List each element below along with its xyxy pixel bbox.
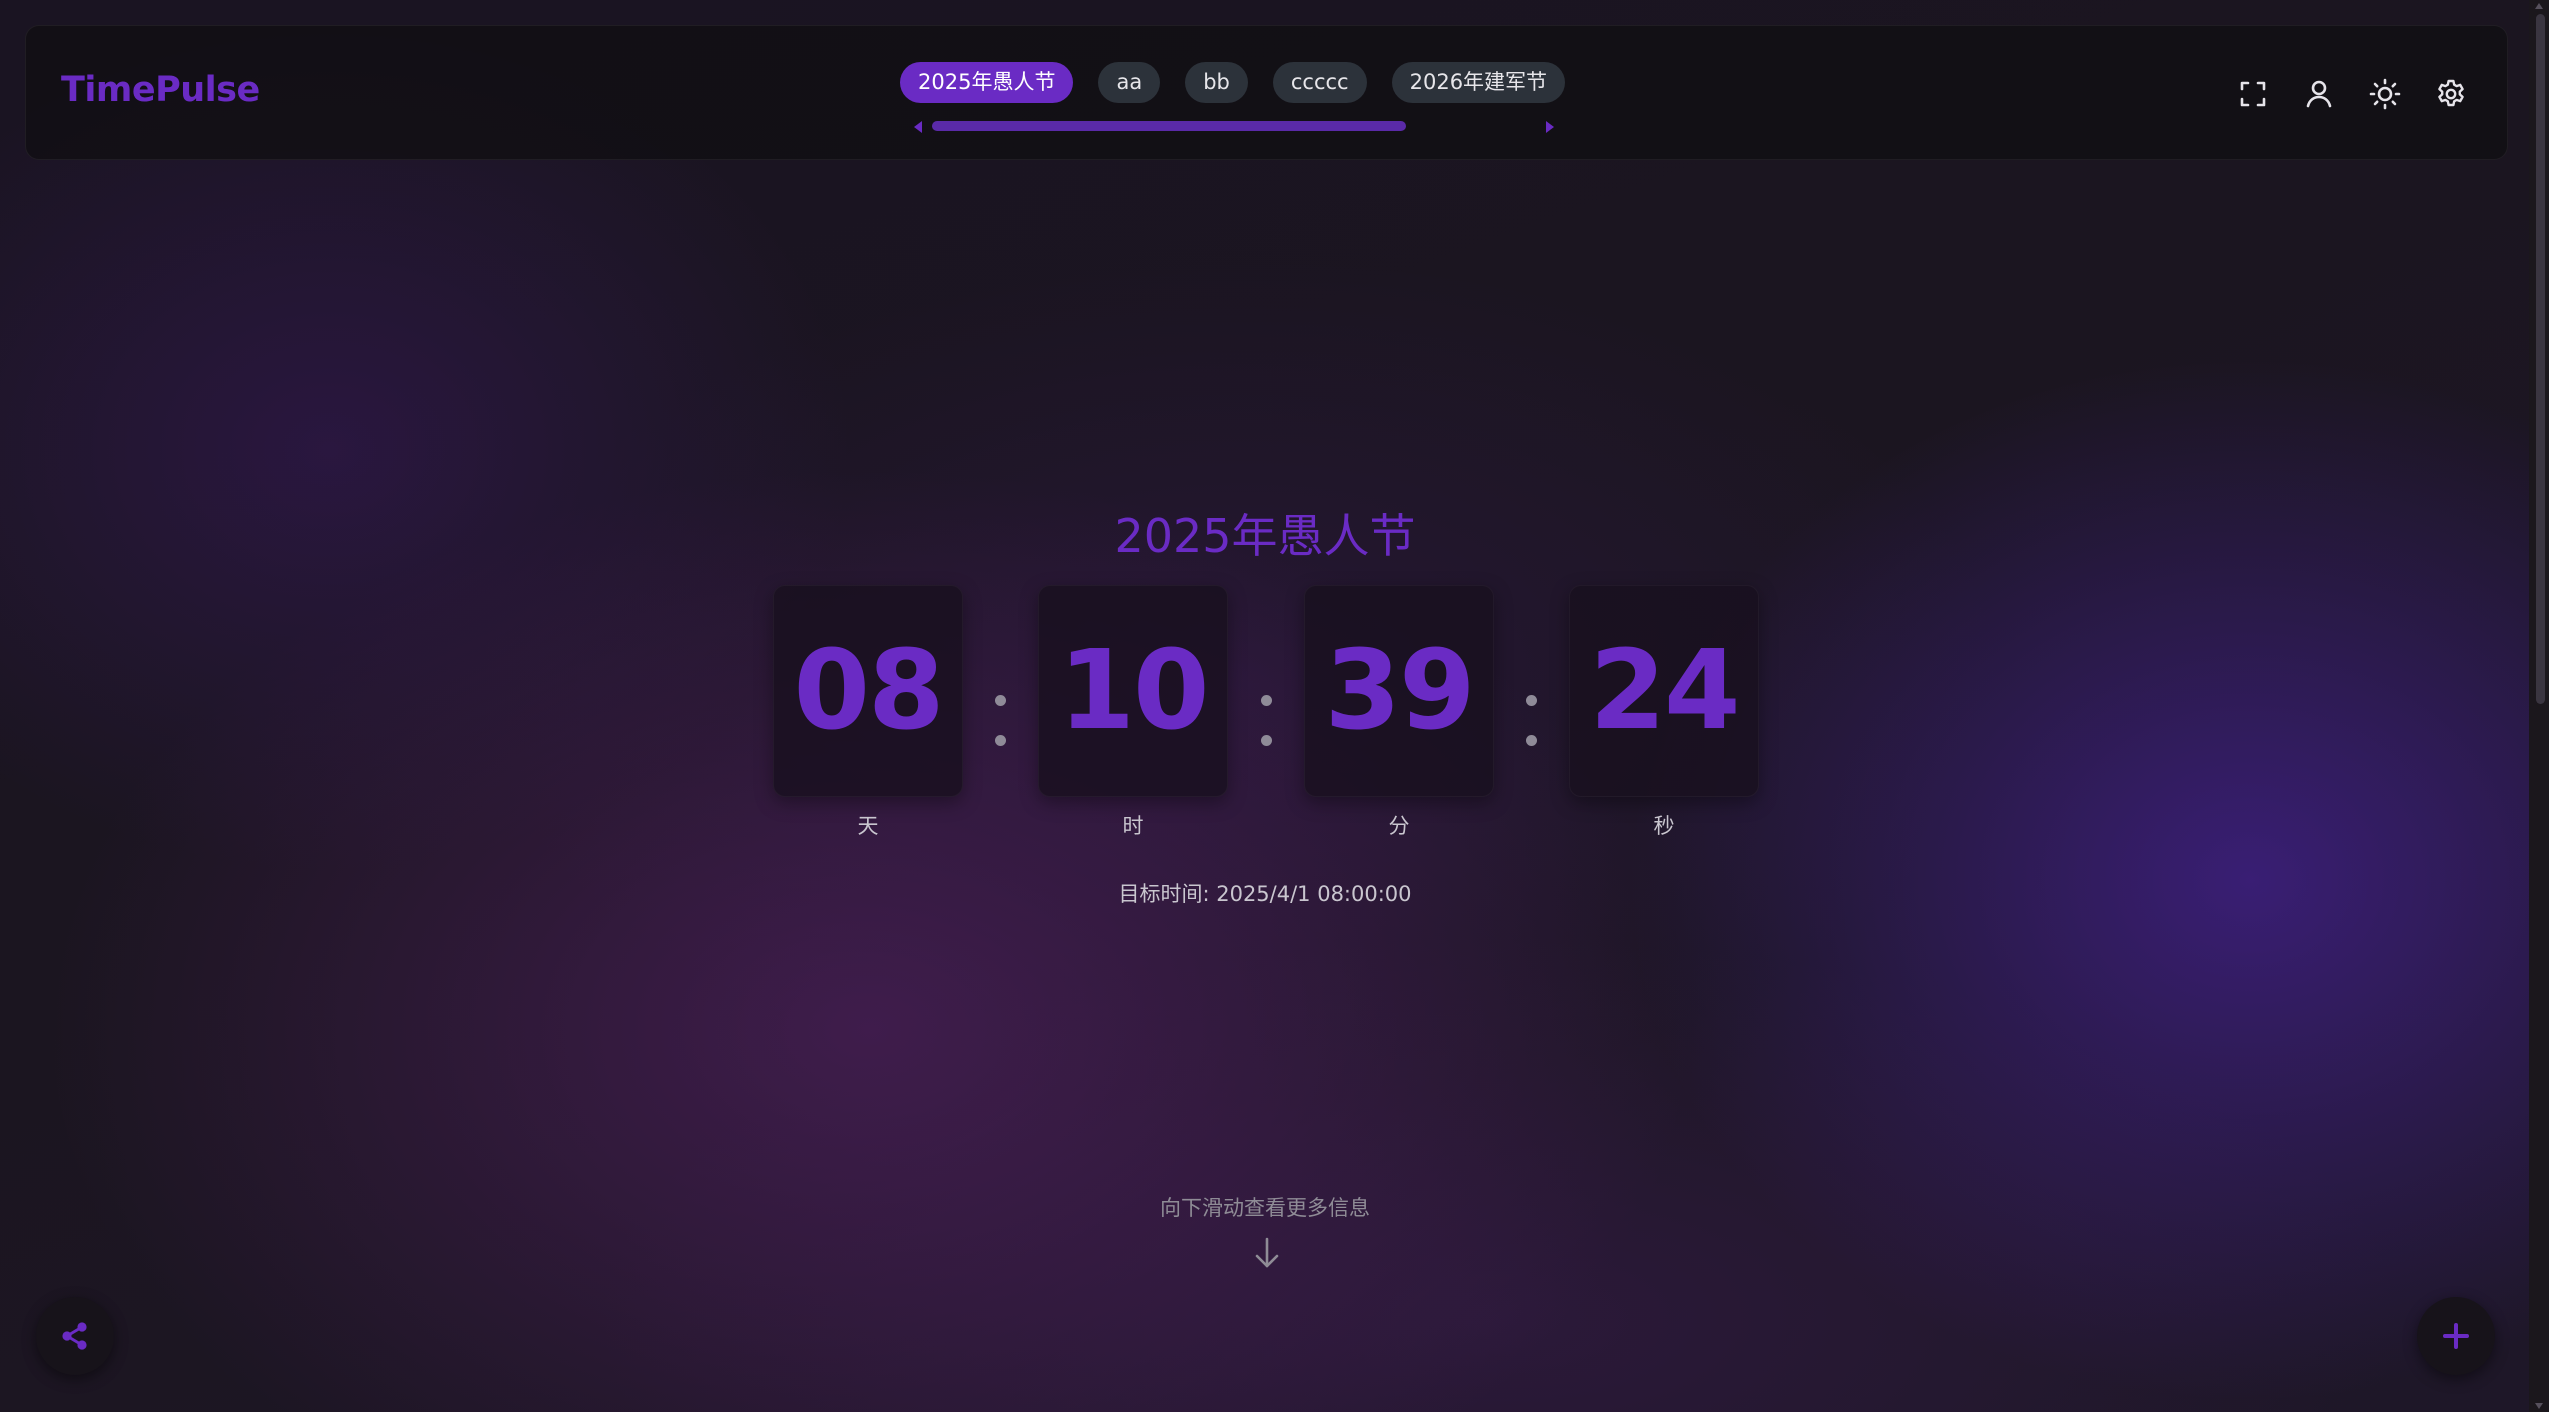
colon-dot — [995, 735, 1006, 746]
tab-event-5[interactable]: 2026年建军节 — [1391, 62, 1566, 103]
days-value: 08 — [793, 626, 944, 754]
page-scrollbar-thumb[interactable] — [2536, 14, 2545, 704]
app-logo[interactable]: TimePulse — [61, 70, 260, 110]
tab-event-3[interactable]: bb — [1185, 62, 1248, 103]
hours-label: 时 — [1122, 814, 1144, 838]
tabs-scroll-right-arrow[interactable] — [1546, 121, 1554, 133]
seconds-value: 24 — [1589, 626, 1740, 754]
settings-icon[interactable] — [2435, 78, 2467, 110]
tab-event-2[interactable]: aa — [1098, 62, 1161, 103]
colon-dot — [995, 695, 1006, 706]
seconds-label: 秒 — [1653, 814, 1675, 838]
minutes-card: 39 — [1304, 585, 1494, 797]
tab-event-1[interactable]: 2025年愚人节 — [900, 62, 1074, 103]
hours-card: 10 — [1038, 585, 1228, 797]
days-label: 天 — [857, 814, 879, 838]
minutes-value: 39 — [1324, 626, 1475, 754]
colon-dot — [1526, 735, 1537, 746]
colon-dot — [1526, 695, 1537, 706]
colon-dot — [1261, 735, 1272, 746]
sun-icon[interactable] — [2369, 78, 2401, 110]
tabs-scroll-left-arrow[interactable] — [914, 121, 922, 133]
scroll-hint: 向下滑动查看更多信息 — [1160, 1196, 1370, 1220]
plus-icon — [2439, 1319, 2473, 1353]
minutes-label: 分 — [1388, 814, 1410, 838]
days-card: 08 — [773, 585, 963, 797]
scroll-down-arrow[interactable] — [2535, 1403, 2543, 1409]
header-actions — [2237, 78, 2467, 110]
tab-event-4[interactable]: ccccc — [1272, 62, 1367, 103]
share-button[interactable] — [36, 1297, 114, 1375]
scroll-up-arrow[interactable] — [2535, 3, 2543, 9]
hours-value: 10 — [1058, 626, 1209, 754]
seconds-card: 24 — [1569, 585, 1759, 797]
colon-dot — [1261, 695, 1272, 706]
add-event-button[interactable] — [2417, 1297, 2495, 1375]
tabs-scrollbar-thumb[interactable] — [932, 121, 1406, 131]
share-icon — [58, 1319, 92, 1353]
tabs-scrollbar[interactable] — [914, 118, 1554, 134]
user-icon[interactable] — [2303, 78, 2335, 110]
page-scrollbar[interactable] — [2529, 0, 2549, 1412]
event-tabs: 2025年愚人节 aa bb ccccc 2026年建军节 — [900, 62, 1566, 103]
top-header: TimePulse 2025年愚人节 aa bb ccccc 2026年建军节 — [25, 25, 2508, 160]
event-title: 2025年愚人节 — [1114, 509, 1416, 563]
arrow-down-icon[interactable] — [1252, 1235, 1282, 1271]
target-time: 目标时间: 2025/4/1 08:00:00 — [1118, 882, 1412, 906]
fullscreen-icon[interactable] — [2237, 78, 2269, 110]
